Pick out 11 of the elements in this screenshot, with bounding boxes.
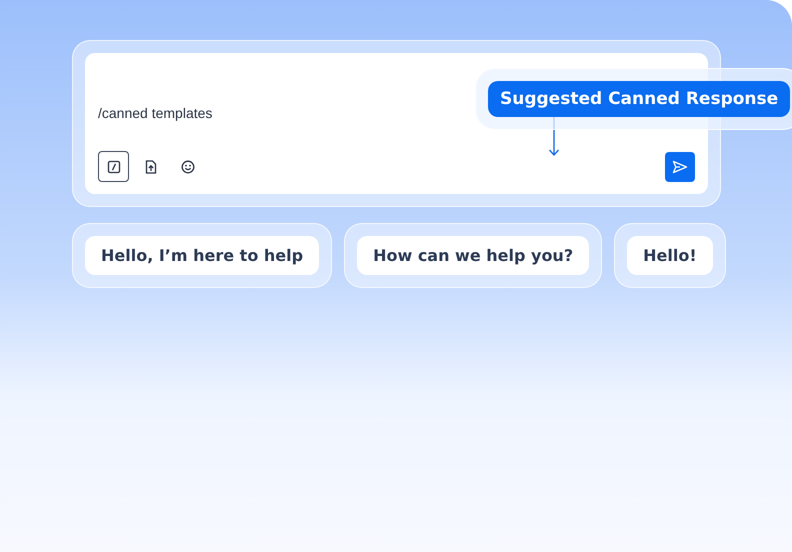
smiley-icon: [180, 160, 194, 174]
file-upload-icon: [144, 160, 156, 174]
slash-command-button[interactable]: [98, 151, 129, 182]
slash-icon: [106, 160, 120, 174]
send-button[interactable]: [665, 152, 695, 182]
suggestion-tooltip: Suggested Canned Response: [488, 81, 790, 117]
send-icon: [672, 160, 688, 174]
message-input[interactable]: /canned templates: [98, 105, 398, 121]
suggestion-chip[interactable]: Hello, I’m here to help: [85, 236, 320, 275]
suggestion-chip[interactable]: How can we help you?: [357, 236, 590, 275]
suggestion-chip[interactable]: Hello!: [627, 236, 713, 275]
